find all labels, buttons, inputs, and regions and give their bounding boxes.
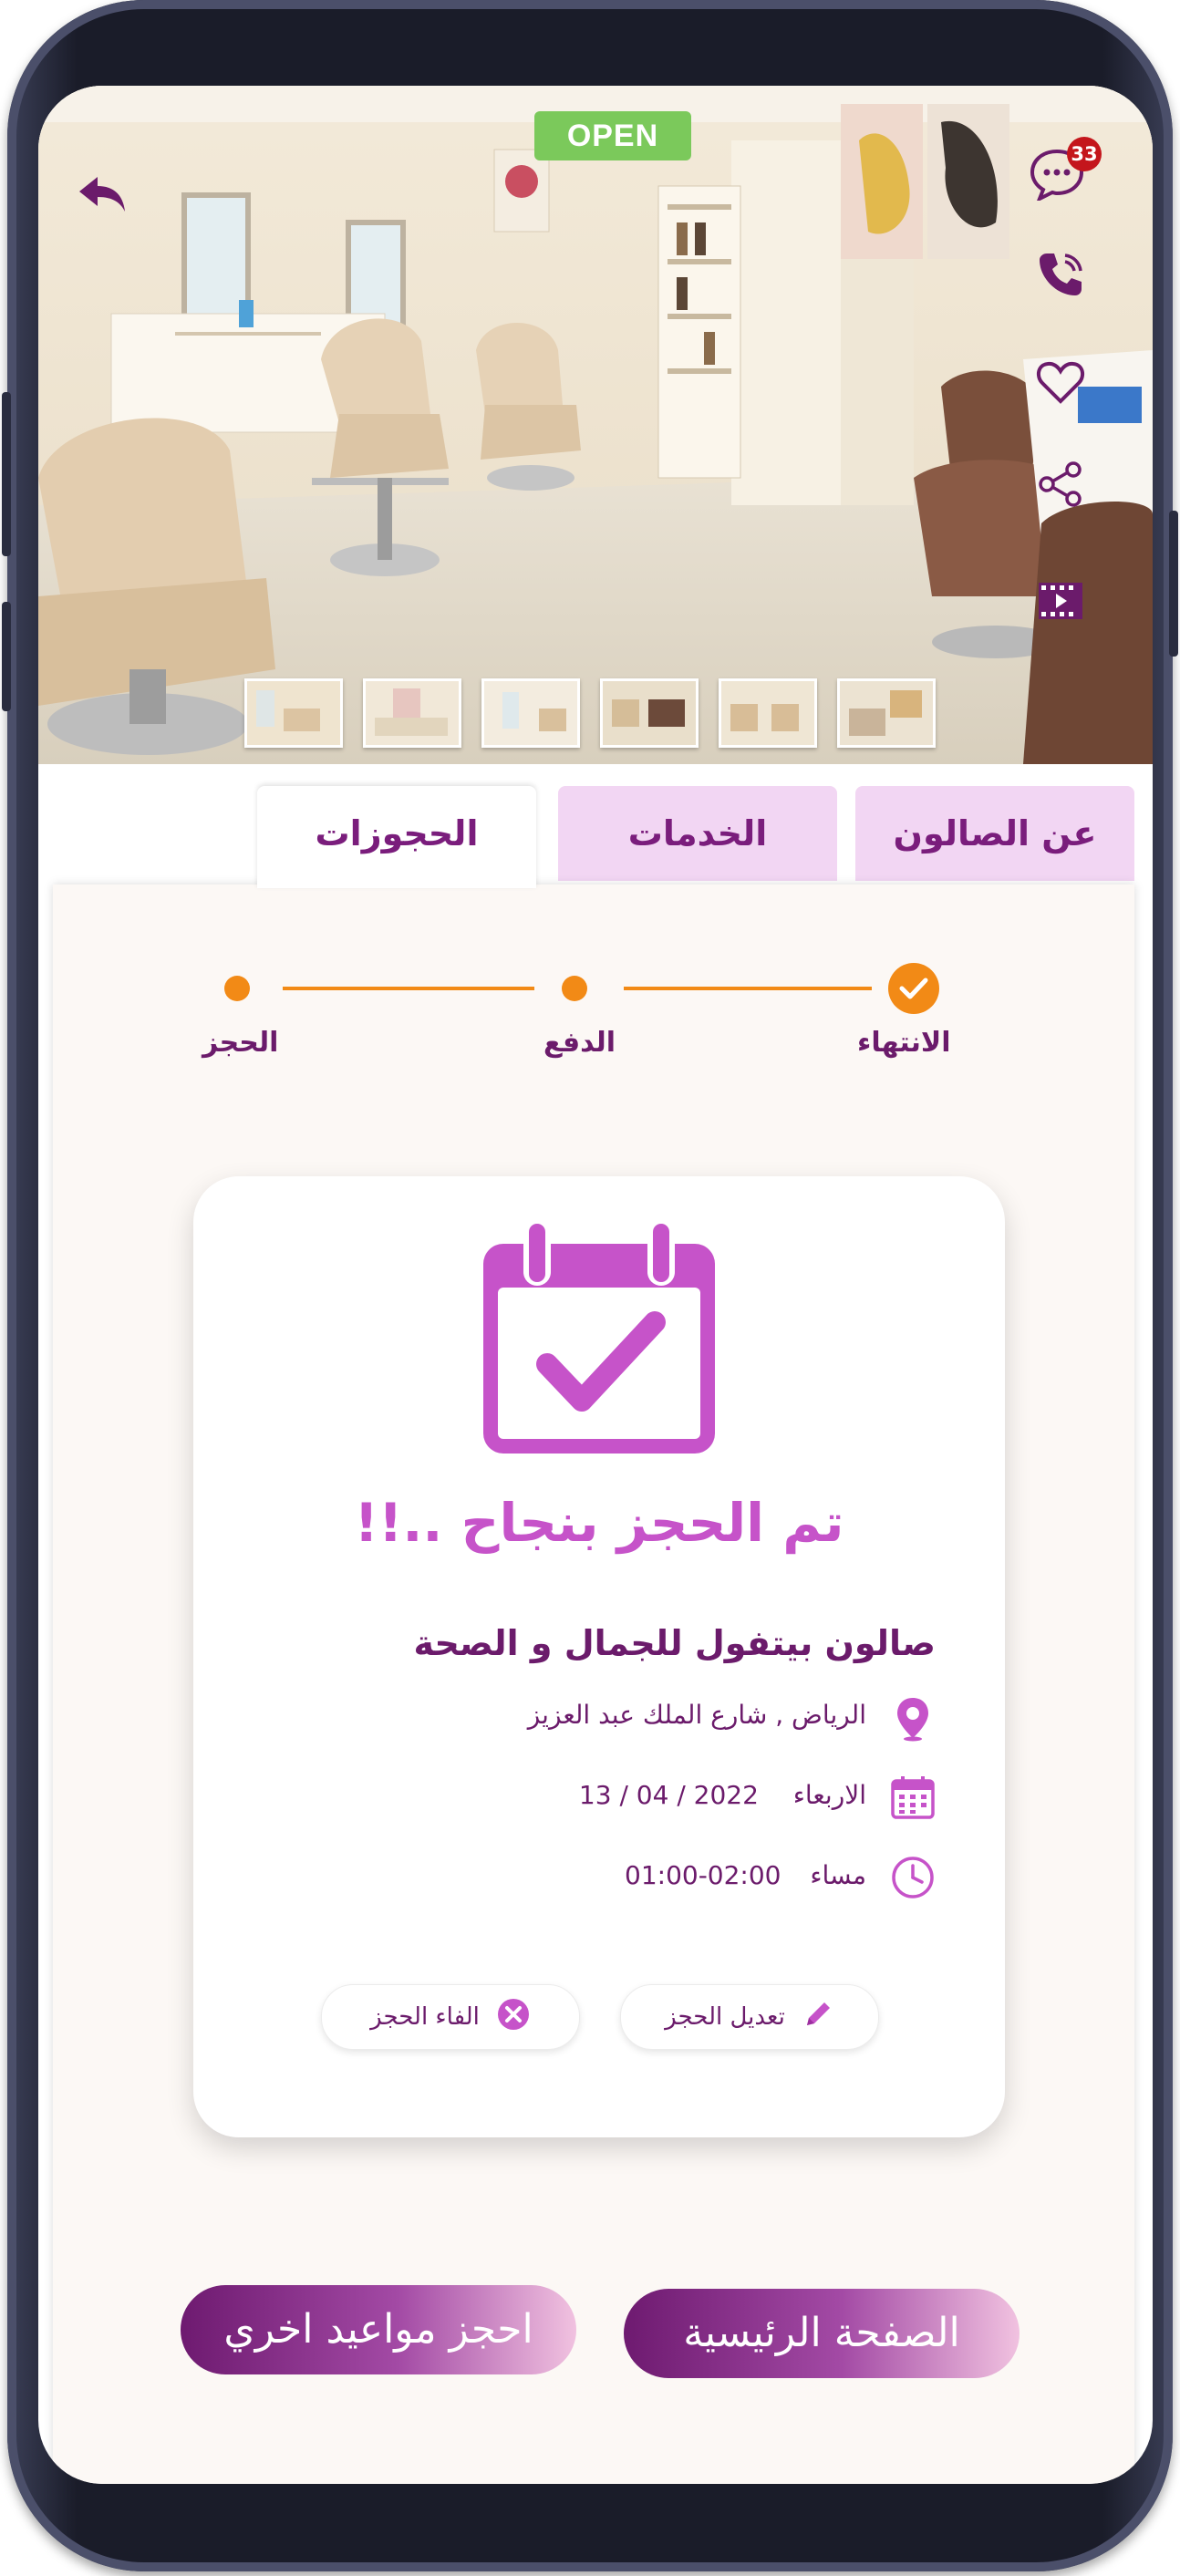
app-screen: OPEN 33 عن الصالون الخدمات الحجوزات الان… [38, 86, 1153, 2484]
back-arrow-icon[interactable] [69, 162, 133, 226]
gallery-thumbnails [244, 678, 936, 748]
location-pin-icon [890, 1696, 936, 1742]
gallery-thumbnail[interactable] [600, 678, 699, 748]
phone-side-button [2, 392, 11, 556]
tab-about-salon[interactable]: عن الصالون [855, 786, 1134, 881]
home-page-button[interactable]: الصفحة الرئيسية [624, 2289, 1020, 2378]
booking-confirmation-card: تم الحجز بنجاح ..!! صالون بيتفول للجمال … [193, 1176, 1005, 2137]
calendar-check-icon [483, 1220, 715, 1454]
booking-time: 01:00-02:00 [625, 1860, 781, 1890]
gallery-thumbnail[interactable] [363, 678, 461, 748]
pencil-icon [802, 1998, 834, 2037]
gallery-thumbnail[interactable] [837, 678, 936, 748]
booking-success-message: تم الحجز بنجاح ..!! [354, 1492, 844, 1554]
stepper-connector [283, 987, 534, 990]
cancel-x-icon [496, 1997, 531, 2038]
gallery-thumbnail[interactable] [719, 678, 817, 748]
calendar-icon [890, 1774, 936, 1820]
notifications-count-badge: 33 [1067, 137, 1102, 171]
salon-name: صالون بيتفول للجمال و الصحة [413, 1623, 936, 1663]
share-icon[interactable] [1029, 452, 1092, 516]
open-status-badge: OPEN [534, 111, 691, 160]
step-label-finish: الانتهاء [857, 1027, 951, 1059]
salon-interior-illustration [38, 86, 1153, 764]
gallery-thumbnail[interactable] [481, 678, 580, 748]
tab-services[interactable]: الخدمات [558, 786, 837, 881]
salon-address: الرياض , شارع الملك عبد العزيز [527, 1700, 866, 1730]
edit-booking-label: تعديل الحجز [665, 2003, 785, 2031]
booking-time-row: مساء 01:00-02:00 [625, 1860, 866, 1890]
clock-icon [890, 1855, 936, 1900]
tab-bookings[interactable]: الحجوزات [257, 786, 536, 888]
step-done-check-icon [888, 963, 939, 1014]
edit-booking-button[interactable]: تعديل الحجز [620, 1984, 879, 2050]
gallery-thumbnail[interactable] [244, 678, 343, 748]
cancel-booking-button[interactable]: الفاء الحجز [321, 1984, 580, 2050]
step-label-payment: الدفع [543, 1027, 616, 1059]
book-more-appointments-button[interactable]: احجز مواعيد اخري [181, 2285, 576, 2374]
phone-side-button [2, 602, 11, 711]
step-label-booking: الحجز [202, 1027, 279, 1059]
step-booking-dot [224, 976, 250, 1001]
booking-date-row: الاربعاء 13 / 04 / 2022 [579, 1780, 866, 1810]
cancel-booking-label: الفاء الحجز [370, 2003, 480, 2031]
phone-side-button [1169, 511, 1178, 657]
step-payment-dot [562, 976, 587, 1001]
booking-date: 13 / 04 / 2022 [578, 1780, 759, 1810]
phone-icon[interactable] [1029, 243, 1092, 306]
booking-day: الاربعاء [792, 1780, 866, 1810]
booking-period: مساء [810, 1860, 866, 1890]
salon-hero-image: OPEN 33 [38, 86, 1153, 764]
video-icon[interactable] [1029, 569, 1092, 633]
heart-icon[interactable] [1029, 350, 1092, 414]
stepper-connector [624, 987, 872, 990]
